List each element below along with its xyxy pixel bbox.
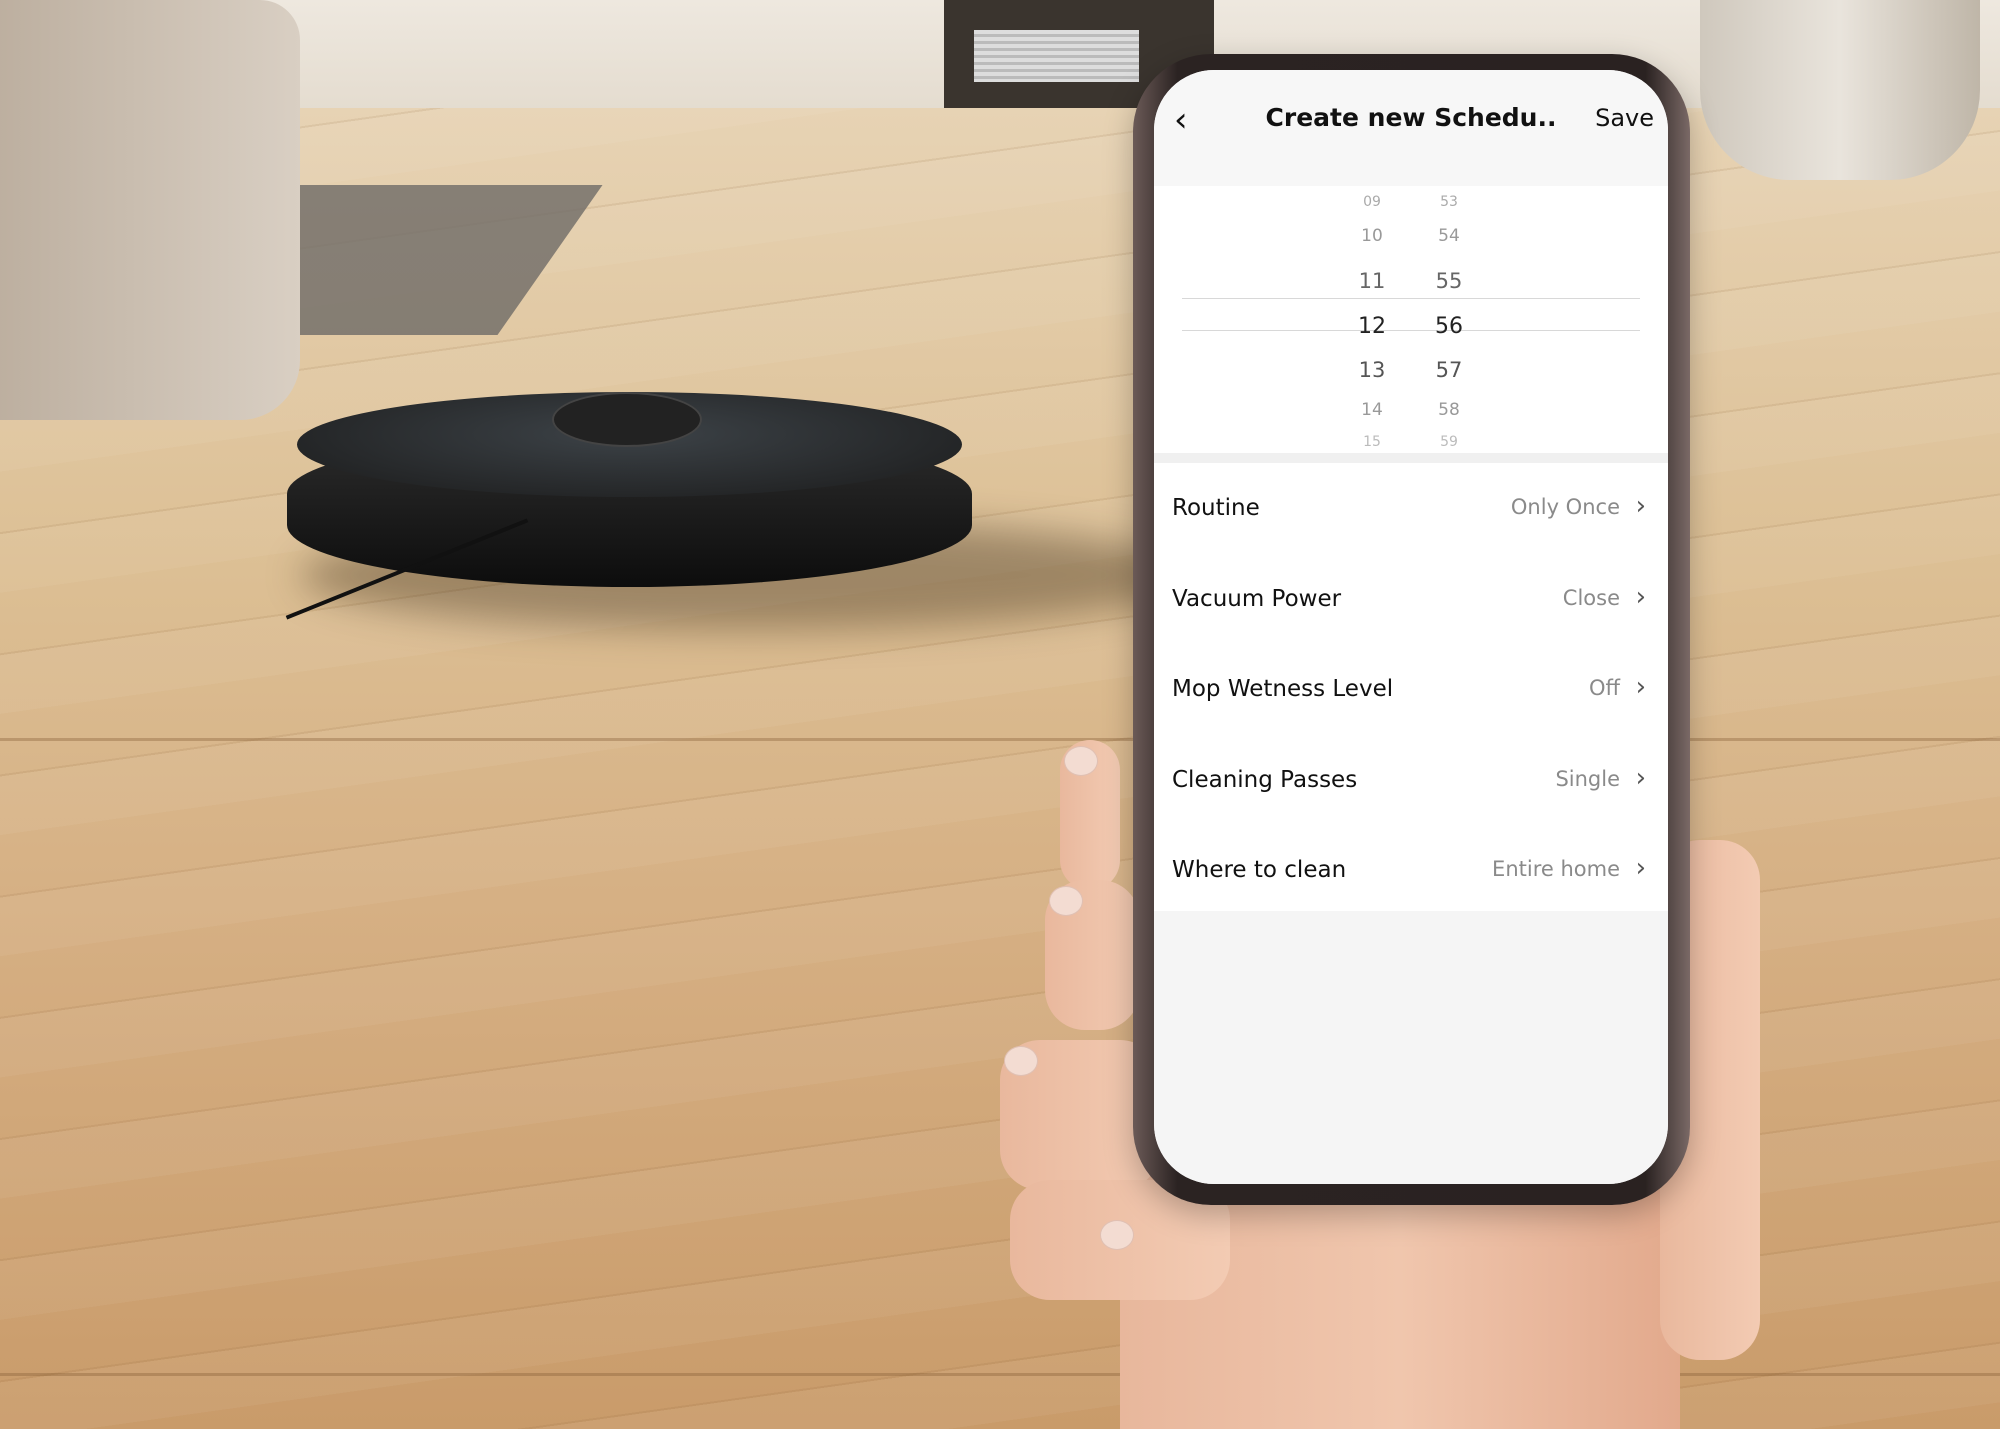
app-header: ‹ Create new Schedu.. Save bbox=[1154, 70, 1668, 186]
robot-lidar bbox=[552, 392, 702, 447]
hour-option[interactable]: 11 bbox=[1342, 269, 1402, 293]
finger bbox=[1060, 740, 1120, 890]
fingernail bbox=[1064, 746, 1098, 776]
settings-list: Routine Only Once › Vacuum Power Close › Mop W… bbox=[1154, 463, 1668, 911]
minute-option[interactable]: 55 bbox=[1419, 269, 1479, 293]
setting-value: Only Once bbox=[1510, 495, 1620, 519]
time-picker[interactable]: 09 10 11 12 13 14 15 53 54 55 56 57 58 59 bbox=[1154, 186, 1668, 463]
setting-label: Mop Wetness Level bbox=[1172, 676, 1394, 702]
minute-option[interactable]: 56 bbox=[1419, 314, 1479, 339]
robot-vacuum bbox=[285, 392, 972, 620]
setting-label: Routine bbox=[1172, 495, 1260, 521]
setting-label: Vacuum Power bbox=[1172, 585, 1342, 612]
setting-value: Off bbox=[1589, 676, 1620, 700]
page-title: Create new Schedu.. bbox=[1265, 103, 1557, 132]
setting-label: Cleaning Passes bbox=[1172, 766, 1358, 793]
minute-option[interactable]: 57 bbox=[1419, 358, 1479, 382]
books bbox=[974, 30, 1139, 82]
setting-label: Where to clean bbox=[1172, 857, 1347, 883]
hour-option[interactable]: 10 bbox=[1342, 226, 1402, 246]
setting-row-mop-wetness-level[interactable]: Mop Wetness Level Off › bbox=[1154, 644, 1668, 734]
setting-value: Entire home bbox=[1492, 857, 1620, 881]
setting-row-vacuum-power[interactable]: Vacuum Power Close › bbox=[1154, 554, 1668, 644]
fingernail bbox=[1100, 1220, 1134, 1250]
picker-divider bbox=[1154, 453, 1668, 463]
setting-row-where-to-clean[interactable]: Where to clean Entire home › bbox=[1154, 825, 1668, 915]
setting-value: Single bbox=[1555, 766, 1620, 791]
chevron-right-icon: › bbox=[1635, 491, 1646, 521]
hour-option[interactable]: 14 bbox=[1342, 400, 1402, 420]
minute-option[interactable]: 54 bbox=[1419, 226, 1479, 246]
hour-option[interactable]: 09 bbox=[1342, 194, 1402, 210]
hour-option[interactable]: 15 bbox=[1342, 434, 1402, 450]
minute-option[interactable]: 58 bbox=[1419, 400, 1479, 420]
sofa bbox=[0, 0, 300, 420]
phone-screen: ‹ Create new Schedu.. Save 09 10 11 12 13 14 1… bbox=[1154, 70, 1668, 1184]
setting-row-routine[interactable]: Routine Only Once › bbox=[1154, 463, 1668, 553]
selection-line-top bbox=[1182, 298, 1640, 299]
minute-option[interactable]: 53 bbox=[1419, 194, 1479, 210]
finger bbox=[1045, 880, 1140, 1030]
hour-option[interactable]: 12 bbox=[1342, 314, 1402, 339]
hour-option[interactable]: 13 bbox=[1342, 358, 1402, 382]
plant-pot bbox=[1700, 0, 1980, 180]
chevron-right-icon: › bbox=[1635, 762, 1646, 793]
chevron-right-icon: › bbox=[1635, 581, 1646, 612]
chevron-right-icon: › bbox=[1635, 672, 1646, 702]
selection-line-bottom bbox=[1182, 330, 1640, 331]
empty-area bbox=[1154, 911, 1668, 1184]
minute-option[interactable]: 59 bbox=[1419, 434, 1479, 450]
background-photo bbox=[0, 0, 2000, 1429]
setting-row-cleaning-passes[interactable]: Cleaning Passes Single › bbox=[1154, 735, 1668, 825]
setting-value: Close bbox=[1562, 585, 1620, 610]
fingernail bbox=[1049, 886, 1083, 916]
chevron-right-icon: › bbox=[1635, 853, 1646, 883]
fingernail bbox=[1004, 1046, 1038, 1076]
save-button[interactable]: Save bbox=[1595, 104, 1654, 132]
